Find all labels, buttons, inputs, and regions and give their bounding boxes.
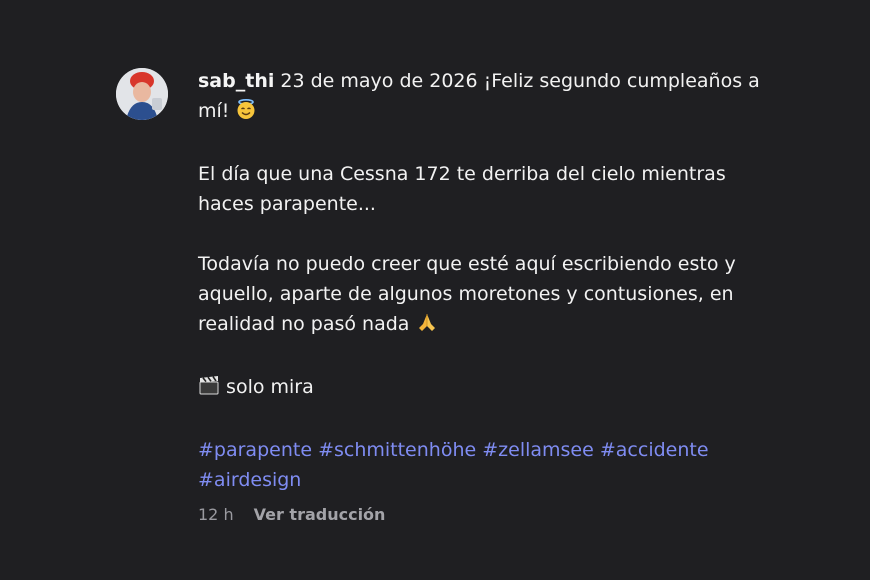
comment-paragraph-2: El día que una Cessna 172 te derriba del… — [198, 163, 726, 215]
timestamp: 12 h — [198, 505, 234, 524]
avatar[interactable] — [116, 68, 168, 120]
comment: sab_thi 23 de mayo de 2026 ¡Feliz segund… — [116, 66, 776, 527]
clapper-board-icon — [198, 374, 220, 405]
hashtag-link[interactable]: #zellamsee — [482, 439, 594, 461]
smiling-face-with-halo-icon — [235, 98, 257, 129]
comment-meta: 12 h Ver traducción — [198, 503, 776, 527]
hashtag-link[interactable]: #accidente — [600, 439, 709, 461]
comment-body: sab_thi 23 de mayo de 2026 ¡Feliz segund… — [198, 66, 776, 527]
hashtag-link[interactable]: #schmittenhöhe — [318, 439, 476, 461]
comment-paragraph-3-text: Todavía no puedo creer que esté aquí esc… — [198, 253, 736, 335]
comment-paragraph-3: Todavía no puedo creer que esté aquí esc… — [198, 249, 776, 342]
comment-text-line1: 23 de mayo de 2026 ¡Feliz segundo cumple… — [198, 70, 760, 122]
see-translation-button[interactable]: Ver traducción — [254, 503, 386, 527]
hashtag-link[interactable]: #airdesign — [198, 469, 301, 491]
hashtags: #parapente #schmittenhöhe #zellamsee #ac… — [198, 435, 776, 495]
hashtag-link[interactable]: #parapente — [198, 439, 312, 461]
comment-first-paragraph: sab_thi 23 de mayo de 2026 ¡Feliz segund… — [198, 66, 776, 129]
username-link[interactable]: sab_thi — [198, 70, 274, 92]
folded-hands-icon — [416, 311, 438, 342]
comment-paragraph-4: solo mira — [198, 372, 776, 405]
comment-paragraph-4-text: solo mira — [220, 376, 314, 398]
